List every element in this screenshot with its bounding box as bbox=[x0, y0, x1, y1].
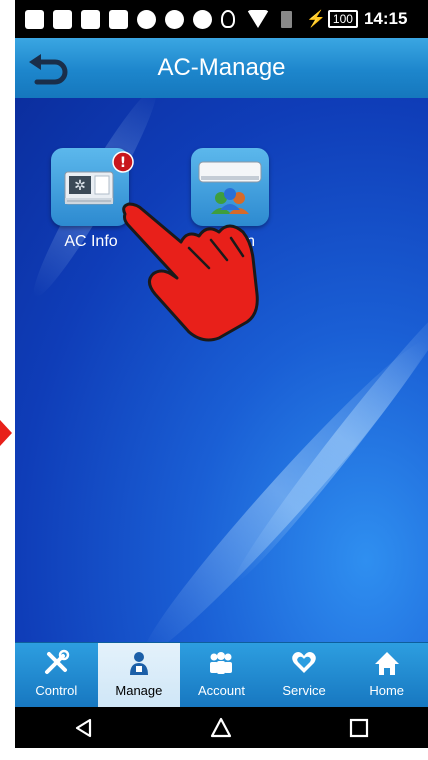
settings-notification-icon bbox=[137, 9, 156, 29]
tab-label: Home bbox=[369, 683, 405, 698]
svg-text:!: ! bbox=[120, 155, 126, 171]
charging-icon: ⚡ bbox=[306, 11, 326, 28]
group-icon bbox=[210, 652, 233, 674]
home-icon bbox=[374, 652, 399, 675]
bottom-tab-bar: Control Manage Account Service Home bbox=[15, 642, 428, 708]
svg-text:✲: ✲ bbox=[74, 178, 86, 194]
home-circle-icon bbox=[211, 717, 232, 737]
clock: 14:15 bbox=[363, 9, 408, 28]
search-notification-icon bbox=[165, 9, 184, 29]
sim-icon bbox=[281, 10, 292, 28]
tab-account[interactable]: Account bbox=[180, 643, 263, 708]
system-nav-bar bbox=[15, 707, 428, 748]
nav-home-button[interactable] bbox=[201, 713, 241, 743]
nav-back-button[interactable] bbox=[64, 713, 104, 743]
app-grid-area: ✲ ! AC Info bbox=[15, 98, 428, 642]
tab-label: Account bbox=[197, 683, 245, 698]
mail-icon bbox=[109, 9, 128, 29]
back-triangle-icon bbox=[75, 718, 91, 737]
tab-label: Manage bbox=[115, 683, 163, 698]
title-bar: AC-Manage bbox=[15, 38, 428, 99]
tab-label: Control bbox=[35, 683, 78, 698]
nav-recent-button[interactable] bbox=[339, 713, 379, 743]
recent-square-icon bbox=[350, 718, 369, 737]
keyboard-icon bbox=[25, 9, 44, 29]
ac-info-icon: ✲ ! bbox=[51, 148, 134, 226]
alert-badge-icon: ! bbox=[112, 151, 134, 173]
media-notification-icon bbox=[193, 9, 212, 29]
tab-control[interactable]: Control bbox=[15, 643, 98, 708]
tab-service[interactable]: Service bbox=[263, 643, 346, 708]
wifi-icon bbox=[247, 10, 269, 28]
alarm-icon bbox=[221, 10, 235, 28]
tools-icon bbox=[45, 649, 70, 674]
phone-screen: ⚡ 100 14:15 AC-Manage ✲ ! AC Info Contro… bbox=[15, 0, 428, 748]
image-icon bbox=[81, 9, 100, 29]
page-title: AC-Manage bbox=[157, 54, 286, 81]
status-bar: ⚡ 100 14:15 bbox=[15, 0, 428, 38]
app-notification-icon bbox=[53, 9, 72, 29]
tab-home[interactable]: Home bbox=[345, 643, 428, 708]
heart-hand-icon bbox=[292, 652, 316, 673]
manage-person-icon bbox=[129, 652, 148, 675]
tab-manage[interactable]: Manage bbox=[97, 643, 181, 708]
tutorial-arrow-marker bbox=[0, 420, 12, 446]
pointer-hand-icon bbox=[122, 202, 259, 342]
battery-level: 100 bbox=[327, 10, 358, 28]
tab-label: Service bbox=[282, 683, 326, 698]
